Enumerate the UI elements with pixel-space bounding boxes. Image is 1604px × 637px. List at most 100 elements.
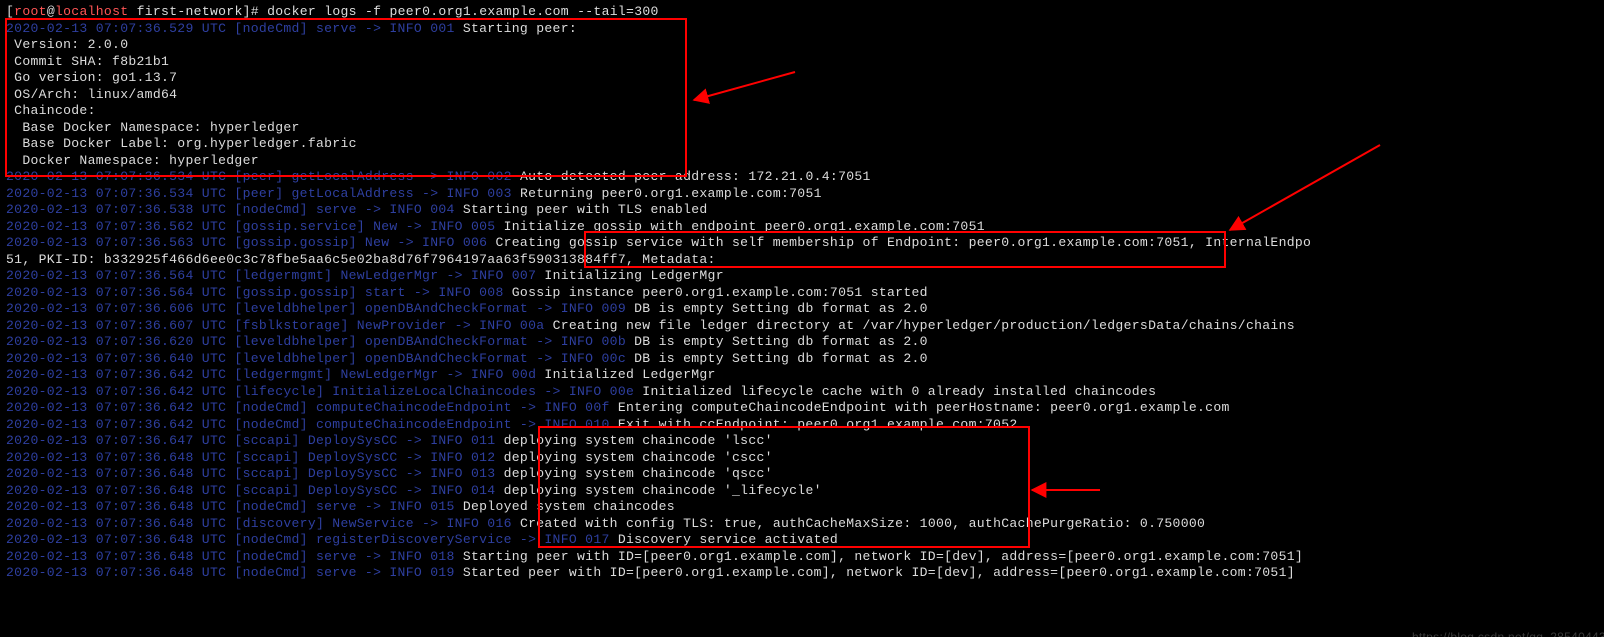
log-message: Initializing LedgerMgr	[536, 268, 724, 283]
log-message: Gossip instance peer0.org1.example.com:7…	[504, 285, 928, 300]
log-timestamp: 2020-02-13 07:07:36.534 UTC [peer] getLo…	[6, 169, 512, 184]
log-message: Discovery service activated	[610, 532, 838, 547]
log-message: DB is empty Setting db format as 2.0	[626, 334, 928, 349]
log-line: 2020-02-13 07:07:36.648 UTC [discovery] …	[6, 516, 1604, 533]
log-message: Docker Namespace: hyperledger	[6, 153, 259, 168]
log-line: 2020-02-13 07:07:36.562 UTC [gossip.serv…	[6, 219, 1604, 236]
log-line: 2020-02-13 07:07:36.529 UTC [nodeCmd] se…	[6, 21, 1604, 38]
log-message: Deployed system chaincodes	[455, 499, 675, 514]
log-line: 2020-02-13 07:07:36.648 UTC [sccapi] Dep…	[6, 450, 1604, 467]
log-line: 2020-02-13 07:07:36.642 UTC [ledgermgmt]…	[6, 367, 1604, 384]
log-message: Exit with ccEndpoint: peer0.org1.example…	[610, 417, 1018, 432]
log-line: 2020-02-13 07:07:36.538 UTC [nodeCmd] se…	[6, 202, 1604, 219]
log-line: 2020-02-13 07:07:36.563 UTC [gossip.goss…	[6, 235, 1604, 252]
log-message: OS/Arch: linux/amd64	[6, 87, 177, 102]
log-line: Commit SHA: f8b21b1	[6, 54, 1604, 71]
log-line: Docker Namespace: hyperledger	[6, 153, 1604, 170]
prompt-cmd: docker logs -f peer0.org1.example.com --…	[259, 4, 659, 19]
log-timestamp: 2020-02-13 07:07:36.620 UTC [leveldbhelp…	[6, 334, 626, 349]
log-message: Entering computeChaincodeEndpoint with p…	[610, 400, 1230, 415]
log-line: 2020-02-13 07:07:36.642 UTC [lifecycle] …	[6, 384, 1604, 401]
log-line: 2020-02-13 07:07:36.607 UTC [fsblkstorag…	[6, 318, 1604, 335]
log-message: Creating new file ledger directory at /v…	[544, 318, 1295, 333]
log-line: 2020-02-13 07:07:36.640 UTC [leveldbhelp…	[6, 351, 1604, 368]
log-timestamp: 2020-02-13 07:07:36.564 UTC [gossip.goss…	[6, 285, 504, 300]
log-message: Returning peer0.org1.example.com:7051	[512, 186, 822, 201]
log-timestamp: 2020-02-13 07:07:36.642 UTC [ledgermgmt]…	[6, 367, 536, 382]
log-line: 2020-02-13 07:07:36.647 UTC [sccapi] Dep…	[6, 433, 1604, 450]
log-timestamp: 2020-02-13 07:07:36.642 UTC [nodeCmd] co…	[6, 400, 610, 415]
log-message: Commit SHA: f8b21b1	[6, 54, 169, 69]
log-timestamp: 2020-02-13 07:07:36.648 UTC [discovery] …	[6, 516, 512, 531]
log-output: 2020-02-13 07:07:36.529 UTC [nodeCmd] se…	[6, 21, 1604, 582]
log-line: 2020-02-13 07:07:36.620 UTC [leveldbhelp…	[6, 334, 1604, 351]
log-timestamp: 2020-02-13 07:07:36.642 UTC [nodeCmd] co…	[6, 417, 610, 432]
log-message: Started peer with ID=[peer0.org1.example…	[455, 565, 1295, 580]
log-line: 2020-02-13 07:07:36.534 UTC [peer] getLo…	[6, 169, 1604, 186]
log-message: Initialized lifecycle cache with 0 alrea…	[634, 384, 1156, 399]
log-timestamp: 2020-02-13 07:07:36.647 UTC [sccapi] Dep…	[6, 433, 495, 448]
log-line: 2020-02-13 07:07:36.606 UTC [leveldbhelp…	[6, 301, 1604, 318]
log-message: Starting peer:	[455, 21, 577, 36]
prompt-user: root	[14, 4, 47, 19]
log-message: Creating gossip service with self member…	[487, 235, 1311, 250]
prompt-line: [root@localhost first-network]# docker l…	[6, 4, 1604, 21]
log-message: Created with config TLS: true, authCache…	[512, 516, 1205, 531]
log-message: Chaincode:	[6, 103, 96, 118]
log-timestamp: 2020-02-13 07:07:36.648 UTC [sccapi] Dep…	[6, 450, 495, 465]
log-timestamp: 2020-02-13 07:07:36.648 UTC [nodeCmd] se…	[6, 565, 455, 580]
log-line: 2020-02-13 07:07:36.648 UTC [nodeCmd] se…	[6, 549, 1604, 566]
log-line: 2020-02-13 07:07:36.648 UTC [sccapi] Dep…	[6, 483, 1604, 500]
log-message: deploying system chaincode 'cscc'	[495, 450, 772, 465]
log-timestamp: 2020-02-13 07:07:36.529 UTC [nodeCmd] se…	[6, 21, 455, 36]
log-line: 2020-02-13 07:07:36.564 UTC [gossip.goss…	[6, 285, 1604, 302]
log-message: Auto-detected peer address: 172.21.0.4:7…	[512, 169, 871, 184]
log-message: 51, PKI-ID: b332925f466d6ee0c3c78fbe5aa6…	[6, 252, 724, 267]
prompt-host: localhost	[55, 4, 128, 19]
log-line: 2020-02-13 07:07:36.642 UTC [nodeCmd] co…	[6, 417, 1604, 434]
log-line: 2020-02-13 07:07:36.648 UTC [sccapi] Dep…	[6, 466, 1604, 483]
log-timestamp: 2020-02-13 07:07:36.563 UTC [gossip.goss…	[6, 235, 487, 250]
log-timestamp: 2020-02-13 07:07:36.607 UTC [fsblkstorag…	[6, 318, 544, 333]
log-line: Version: 2.0.0	[6, 37, 1604, 54]
log-timestamp: 2020-02-13 07:07:36.640 UTC [leveldbhelp…	[6, 351, 626, 366]
log-timestamp: 2020-02-13 07:07:36.648 UTC [nodeCmd] re…	[6, 532, 610, 547]
watermark: https://blog.csdn.net/qq_28540443	[1412, 629, 1604, 637]
log-message: DB is empty Setting db format as 2.0	[626, 301, 928, 316]
log-message: deploying system chaincode '_lifecycle'	[495, 483, 821, 498]
log-line: Base Docker Namespace: hyperledger	[6, 120, 1604, 137]
log-message: Go version: go1.13.7	[6, 70, 177, 85]
log-message: Initialize gossip with endpoint peer0.or…	[495, 219, 984, 234]
terminal[interactable]: [root@localhost first-network]# docker l…	[0, 0, 1604, 637]
log-timestamp: 2020-02-13 07:07:36.648 UTC [nodeCmd] se…	[6, 549, 455, 564]
log-message: Starting peer with TLS enabled	[455, 202, 708, 217]
log-line: 2020-02-13 07:07:36.564 UTC [ledgermgmt]…	[6, 268, 1604, 285]
log-line: 2020-02-13 07:07:36.648 UTC [nodeCmd] se…	[6, 565, 1604, 582]
log-message: Base Docker Namespace: hyperledger	[6, 120, 300, 135]
log-timestamp: 2020-02-13 07:07:36.606 UTC [leveldbhelp…	[6, 301, 626, 316]
log-message: Starting peer with ID=[peer0.org1.exampl…	[455, 549, 1303, 564]
log-timestamp: 2020-02-13 07:07:36.642 UTC [lifecycle] …	[6, 384, 634, 399]
log-message: Version: 2.0.0	[6, 37, 128, 52]
log-timestamp: 2020-02-13 07:07:36.648 UTC [sccapi] Dep…	[6, 483, 495, 498]
log-timestamp: 2020-02-13 07:07:36.564 UTC [ledgermgmt]…	[6, 268, 536, 283]
log-message: Base Docker Label: org.hyperledger.fabri…	[6, 136, 357, 151]
log-timestamp: 2020-02-13 07:07:36.538 UTC [nodeCmd] se…	[6, 202, 455, 217]
log-message: deploying system chaincode 'qscc'	[495, 466, 772, 481]
log-line: 2020-02-13 07:07:36.648 UTC [nodeCmd] re…	[6, 532, 1604, 549]
log-message: DB is empty Setting db format as 2.0	[626, 351, 928, 366]
log-line: Chaincode:	[6, 103, 1604, 120]
log-message: deploying system chaincode 'lscc'	[495, 433, 772, 448]
log-line: Base Docker Label: org.hyperledger.fabri…	[6, 136, 1604, 153]
log-line: OS/Arch: linux/amd64	[6, 87, 1604, 104]
log-timestamp: 2020-02-13 07:07:36.648 UTC [nodeCmd] se…	[6, 499, 455, 514]
log-line: 51, PKI-ID: b332925f466d6ee0c3c78fbe5aa6…	[6, 252, 1604, 269]
log-message: Initialized LedgerMgr	[536, 367, 715, 382]
log-timestamp: 2020-02-13 07:07:36.562 UTC [gossip.serv…	[6, 219, 495, 234]
log-timestamp: 2020-02-13 07:07:36.648 UTC [sccapi] Dep…	[6, 466, 495, 481]
log-line: 2020-02-13 07:07:36.534 UTC [peer] getLo…	[6, 186, 1604, 203]
log-timestamp: 2020-02-13 07:07:36.534 UTC [peer] getLo…	[6, 186, 512, 201]
log-line: 2020-02-13 07:07:36.642 UTC [nodeCmd] co…	[6, 400, 1604, 417]
log-line: Go version: go1.13.7	[6, 70, 1604, 87]
log-line: 2020-02-13 07:07:36.648 UTC [nodeCmd] se…	[6, 499, 1604, 516]
